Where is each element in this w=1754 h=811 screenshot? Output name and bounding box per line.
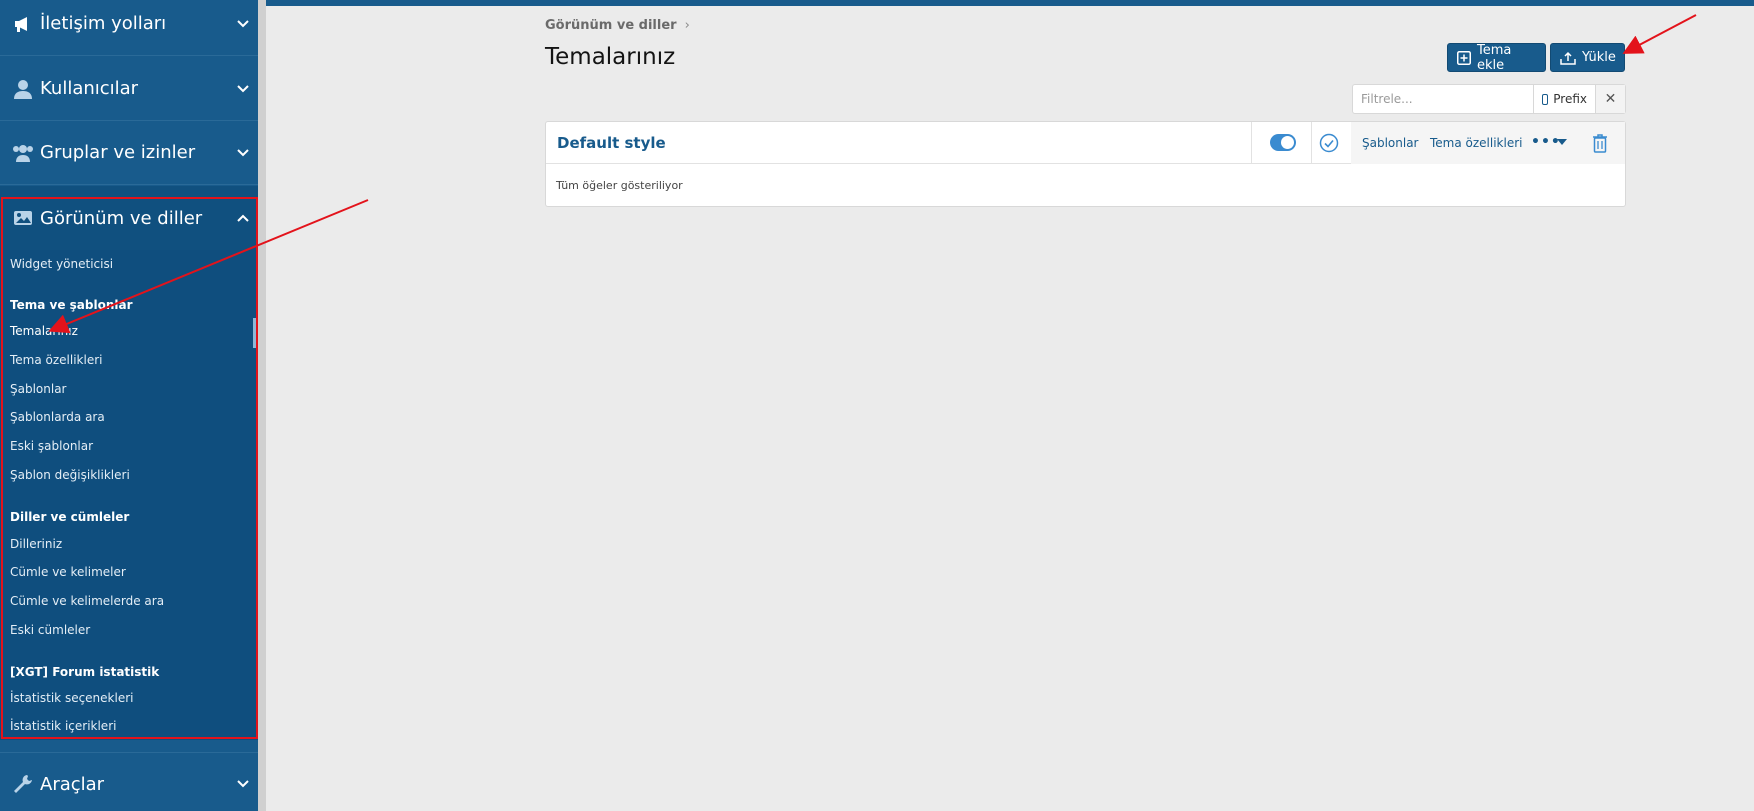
checkbox-icon [1542, 93, 1549, 105]
trash-icon[interactable] [1592, 133, 1608, 153]
sidebar-link-istatistik-secenekleri[interactable]: İstatistik seçenekleri [10, 691, 133, 705]
sidebar-item-label: Kullanıcılar [40, 78, 139, 99]
upload-icon [1560, 51, 1576, 65]
sidebar-link-cumle-ve-kelimelerde-ara[interactable]: Cümle ve kelimelerde ara [10, 594, 164, 608]
check-circle-icon[interactable] [1319, 133, 1339, 153]
sidebar-item-label: İletişim yolları [40, 13, 167, 34]
sidebar-link-sablonlar[interactable]: Şablonlar [10, 382, 67, 396]
chevron-up-icon [228, 214, 258, 222]
sidebar-link-cumle-ve-kelimeler[interactable]: Cümle ve kelimeler [10, 565, 126, 579]
prefix-checkbox[interactable]: Prefix [1533, 85, 1595, 113]
megaphone-icon [10, 13, 36, 35]
filter-bar: Prefix ✕ [1352, 84, 1626, 114]
sidebar-scrollbar-track[interactable] [258, 0, 266, 811]
sidebar-item-label: Gruplar ve izinler [40, 142, 196, 163]
arrow-to-upload-button [1622, 14, 1697, 54]
users-icon [10, 142, 36, 164]
style-properties-link[interactable]: Tema özellikleri [1430, 136, 1523, 150]
add-theme-label: Tema ekle [1477, 42, 1512, 73]
sidebar-group-diller-ve-cumleler: Diller ve cümleler [10, 510, 130, 524]
breadcrumb-item[interactable]: Görünüm ve diller [545, 18, 677, 33]
upload-label: Yükle [1582, 50, 1616, 65]
style-title-link[interactable]: Default style [557, 134, 666, 152]
sidebar-link-temalariniz[interactable]: Temalarınız [10, 324, 78, 338]
sidebar-item-araclar[interactable]: Araçlar [0, 752, 258, 811]
sidebar-item-iletisim-yollari[interactable]: İletişim yolları [0, 0, 258, 56]
list-footer-status: Tüm öğeler gösteriliyor [556, 179, 683, 192]
styles-list: Default style Şablonlar Tema özellikleri… [545, 121, 1626, 207]
sidebar-link-istatistik-icerikleri[interactable]: İstatistik içerikleri [10, 719, 116, 733]
table-row: Default style Şablonlar Tema özellikleri… [546, 122, 1625, 164]
sidebar-link-widget-yoneticisi[interactable]: Widget yöneticisi [10, 257, 113, 271]
chevron-down-icon [228, 780, 258, 788]
sidebar-group-forum-istatistik: [XGT] Forum istatistik [10, 665, 160, 679]
close-icon: ✕ [1604, 91, 1617, 107]
sidebar-item-label: Araçlar [40, 773, 105, 795]
style-enabled-toggle[interactable] [1270, 134, 1296, 151]
sidebar-item-label: Görünüm ve diller [40, 207, 203, 229]
sidebar-link-dilleriniz[interactable]: Dilleriniz [10, 537, 62, 551]
prefix-label: Prefix [1553, 92, 1587, 106]
filter-clear-button[interactable]: ✕ [1595, 85, 1625, 113]
sidebar-scroll-indicator[interactable] [253, 318, 256, 348]
sidebar-link-sablon-degisiklikleri[interactable]: Şablon değişiklikleri [10, 468, 130, 482]
upload-button[interactable]: Yükle [1550, 43, 1625, 72]
sidebar-group-tema-ve-sablonlar: Tema ve şablonlar [10, 298, 133, 312]
sidebar: İletişim yolları Kullanıcılar Gruplar ve… [0, 0, 258, 811]
user-icon [10, 78, 36, 100]
page-title: Temalarınız [545, 44, 676, 70]
plus-square-icon [1457, 50, 1471, 65]
sidebar-link-sablonlarda-ara[interactable]: Şablonlarda ara [10, 410, 105, 424]
sidebar-item-gorunum-ve-diller[interactable]: Görünüm ve diller [0, 186, 258, 250]
sidebar-item-gruplar-ve-izinler[interactable]: Gruplar ve izinler [0, 121, 258, 185]
breadcrumb-separator: › [684, 18, 690, 33]
sidebar-link-eski-sablonlar[interactable]: Eski şablonlar [10, 439, 93, 453]
cell-divider [1311, 122, 1312, 164]
filter-input[interactable] [1353, 85, 1533, 113]
add-theme-button[interactable]: Tema ekle [1447, 42, 1546, 73]
templates-link[interactable]: Şablonlar [1362, 136, 1419, 150]
chevron-down-icon [228, 84, 258, 93]
cell-divider [1251, 122, 1252, 164]
breadcrumb: Görünüm ve diller › [545, 18, 690, 33]
wrench-icon [10, 773, 36, 795]
chevron-down-icon [228, 148, 258, 157]
chevron-down-icon [228, 19, 258, 28]
sidebar-item-kullanicilar[interactable]: Kullanıcılar [0, 57, 258, 121]
toggle-knob [1281, 136, 1294, 149]
top-bar [258, 0, 1754, 6]
sidebar-link-eski-cumleler[interactable]: Eski cümleler [10, 623, 90, 637]
caret-down-icon[interactable] [1557, 139, 1567, 145]
sidebar-link-tema-ozellikleri[interactable]: Tema özellikleri [10, 353, 103, 367]
image-icon [10, 207, 36, 229]
